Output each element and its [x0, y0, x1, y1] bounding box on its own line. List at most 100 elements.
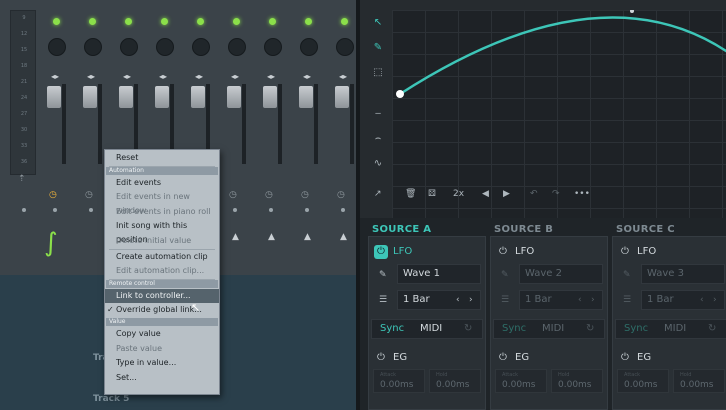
- clock-icon[interactable]: ◷: [49, 190, 57, 200]
- pan-arrows-icon[interactable]: ◂▸: [231, 72, 239, 81]
- menu-item[interactable]: Set...: [105, 371, 219, 385]
- sync-option[interactable]: Sync: [502, 323, 526, 334]
- mute-led[interactable]: [197, 18, 204, 25]
- mute-led[interactable]: [269, 18, 276, 25]
- length-field[interactable]: 1 Bar ‹ ›: [641, 290, 725, 310]
- clock-icon[interactable]: ◷: [229, 190, 237, 200]
- select-tool-icon[interactable]: ⬚: [370, 65, 386, 81]
- mute-led[interactable]: [233, 18, 240, 25]
- more-button[interactable]: •••: [574, 189, 590, 199]
- chevron-left-icon[interactable]: ‹: [700, 295, 704, 305]
- route-dot[interactable]: [233, 208, 237, 212]
- retrigger-icon[interactable]: ↻: [586, 323, 594, 334]
- curve-tool-icon[interactable]: ⌢: [370, 131, 386, 147]
- wave-field[interactable]: Wave 1: [397, 264, 481, 284]
- mute-led[interactable]: [89, 18, 96, 25]
- wave-field[interactable]: Wave 3: [641, 264, 725, 284]
- link-curve-icon[interactable]: ∫: [44, 228, 58, 258]
- fader-handle[interactable]: [47, 86, 61, 108]
- source-tab[interactable]: SOURCE A: [372, 224, 431, 235]
- chevron-right-icon[interactable]: ›: [591, 295, 595, 305]
- midi-option[interactable]: MIDI: [664, 323, 686, 334]
- hold-field[interactable]: Hold 0.00ms: [429, 369, 481, 393]
- redo-icon[interactable]: ↷: [552, 189, 560, 199]
- fader-handle[interactable]: [83, 86, 97, 108]
- menu-item[interactable]: Reset: [105, 151, 219, 165]
- caret-up-icon[interactable]: ▲: [232, 232, 239, 242]
- line-tool-icon[interactable]: ‒: [370, 106, 386, 122]
- sync-midi-toggle[interactable]: Sync MIDI ↻: [615, 319, 726, 339]
- caret-up-icon[interactable]: ▲: [268, 232, 275, 242]
- menu-item[interactable]: Copy value: [105, 327, 219, 341]
- sync-midi-toggle[interactable]: Sync MIDI ↻: [493, 319, 605, 339]
- trash-icon[interactable]: 🗑: [405, 189, 416, 199]
- menu-item[interactable]: Edit events: [105, 176, 219, 190]
- pan-arrows-icon[interactable]: ◂▸: [339, 72, 347, 81]
- sync-option[interactable]: Sync: [380, 323, 404, 334]
- sync-midi-toggle[interactable]: Sync MIDI ↻: [371, 319, 483, 339]
- hold-field[interactable]: Hold 0.00ms: [551, 369, 603, 393]
- route-dot[interactable]: [305, 208, 309, 212]
- source-tab[interactable]: SOURCE B: [494, 224, 553, 235]
- attack-field[interactable]: Attack 0.00ms: [617, 369, 669, 393]
- zoom-button[interactable]: 2x: [453, 189, 464, 199]
- length-field[interactable]: 1 Bar ‹ ›: [397, 290, 481, 310]
- pan-arrows-icon[interactable]: ◂▸: [123, 72, 131, 81]
- clock-icon[interactable]: ◷: [265, 190, 273, 200]
- menu-item[interactable]: Paste value: [105, 342, 219, 356]
- power-icon[interactable]: ⏻: [496, 351, 510, 365]
- fader-handle[interactable]: [299, 86, 313, 108]
- pan-arrows-icon[interactable]: ◂▸: [195, 72, 203, 81]
- route-dot[interactable]: [22, 208, 26, 212]
- prev-icon[interactable]: ◀: [482, 189, 489, 199]
- power-icon[interactable]: ⏻: [618, 351, 632, 365]
- volume-knob[interactable]: [300, 38, 318, 56]
- pan-arrows-icon[interactable]: ◂▸: [159, 72, 167, 81]
- power-icon[interactable]: ⏻: [618, 245, 632, 259]
- volume-knob[interactable]: [48, 38, 66, 56]
- pencil-tool-icon[interactable]: ✎: [370, 40, 386, 56]
- fader-handle[interactable]: [155, 86, 169, 108]
- next-icon[interactable]: ▶: [503, 189, 510, 199]
- menu-item[interactable]: Edit automation clip...: [105, 264, 219, 278]
- chevron-left-icon[interactable]: ‹: [578, 295, 582, 305]
- pan-arrows-icon[interactable]: ◂▸: [267, 72, 275, 81]
- length-field[interactable]: 1 Bar ‹ ›: [519, 290, 603, 310]
- wave-field[interactable]: Wave 2: [519, 264, 603, 284]
- sync-option[interactable]: Sync: [624, 323, 648, 334]
- power-icon[interactable]: ⏻: [496, 245, 510, 259]
- fader-handle[interactable]: [335, 86, 349, 108]
- caret-up-icon[interactable]: ▲: [340, 232, 347, 242]
- volume-knob[interactable]: [84, 38, 102, 56]
- caret-up-icon[interactable]: ▲: [304, 232, 311, 242]
- pencil-icon[interactable]: ✎: [501, 270, 509, 280]
- route-dot[interactable]: [341, 208, 345, 212]
- pan-arrows-icon[interactable]: ◂▸: [87, 72, 95, 81]
- power-icon[interactable]: ⏻: [374, 351, 388, 365]
- mute-led[interactable]: [341, 18, 348, 25]
- midi-option[interactable]: MIDI: [420, 323, 442, 334]
- volume-knob[interactable]: [228, 38, 246, 56]
- menu-item[interactable]: Type in value...: [105, 356, 219, 370]
- menu-item[interactable]: Init song with this position: [105, 219, 219, 244]
- menu-item[interactable]: Create automation clip: [105, 250, 219, 264]
- menu-item[interactable]: Link to controller...: [105, 288, 219, 303]
- pencil-icon[interactable]: ✎: [623, 270, 631, 280]
- volume-knob[interactable]: [156, 38, 174, 56]
- route-dot[interactable]: [89, 208, 93, 212]
- chevron-right-icon[interactable]: ›: [713, 295, 717, 305]
- mute-led[interactable]: [53, 18, 60, 25]
- midi-option[interactable]: MIDI: [542, 323, 564, 334]
- clock-icon[interactable]: ◷: [337, 190, 345, 200]
- undo-icon[interactable]: ↶: [530, 189, 538, 199]
- mute-led[interactable]: [161, 18, 168, 25]
- fader-handle[interactable]: [119, 86, 133, 108]
- chevron-right-icon[interactable]: ›: [469, 295, 473, 305]
- route-dot[interactable]: [269, 208, 273, 212]
- clock-icon[interactable]: ◷: [85, 190, 93, 200]
- volume-knob[interactable]: [336, 38, 354, 56]
- power-icon[interactable]: ⏻: [374, 245, 388, 259]
- route-dot[interactable]: [53, 208, 57, 212]
- source-tab[interactable]: SOURCE C: [616, 224, 675, 235]
- menu-item[interactable]: Edit events in new window: [105, 190, 219, 215]
